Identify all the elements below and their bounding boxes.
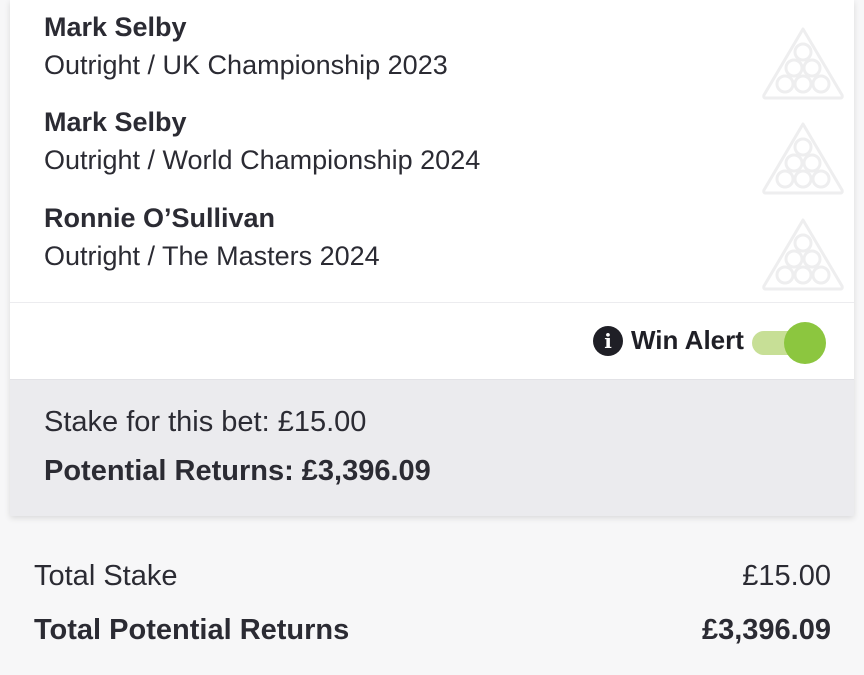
total-returns-row: Total Potential Returns £3,396.09 — [34, 614, 831, 654]
snooker-balls-icon — [762, 122, 844, 195]
selection-item[interactable]: Ronnie O’Sullivan Outright / The Masters… — [44, 191, 844, 291]
selection-item[interactable]: Mark Selby Outright / World Championship… — [44, 95, 844, 195]
bet-card: Mark Selby Outright / UK Championship 20… — [10, 0, 854, 516]
total-stake-row: Total Stake £15.00 — [34, 560, 831, 600]
snooker-balls-icon — [762, 27, 844, 100]
selection-market: Outright / UK Championship 2023 — [44, 50, 448, 80]
total-returns-value: £3,396.09 — [701, 614, 831, 646]
selection-name: Mark Selby — [44, 107, 187, 137]
selection-name: Ronnie O’Sullivan — [44, 203, 276, 233]
win-alert-row: i Win Alert — [10, 303, 854, 379]
totals-section: Total Stake £15.00 Total Potential Retur… — [0, 530, 864, 675]
info-icon[interactable]: i — [593, 326, 623, 356]
total-stake-label: Total Stake — [34, 560, 178, 592]
potential-returns: Potential Returns: £3,396.09 — [44, 455, 431, 487]
bet-stake-summary: Stake for this bet: £15.00 Potential Ret… — [10, 379, 854, 516]
selection-market: Outright / World Championship 2024 — [44, 145, 481, 175]
selection-market: Outright / The Masters 2024 — [44, 241, 380, 271]
win-alert-toggle[interactable] — [750, 322, 826, 364]
win-alert-label: Win Alert — [631, 325, 744, 355]
snooker-balls-icon — [762, 218, 844, 291]
toggle-knob — [784, 322, 826, 364]
total-returns-label: Total Potential Returns — [34, 614, 350, 646]
selection-name: Mark Selby — [44, 12, 187, 42]
stake-for-bet: Stake for this bet: £15.00 — [44, 406, 367, 438]
selection-item[interactable]: Mark Selby Outright / UK Championship 20… — [44, 0, 844, 100]
total-stake-value: £15.00 — [742, 560, 831, 592]
